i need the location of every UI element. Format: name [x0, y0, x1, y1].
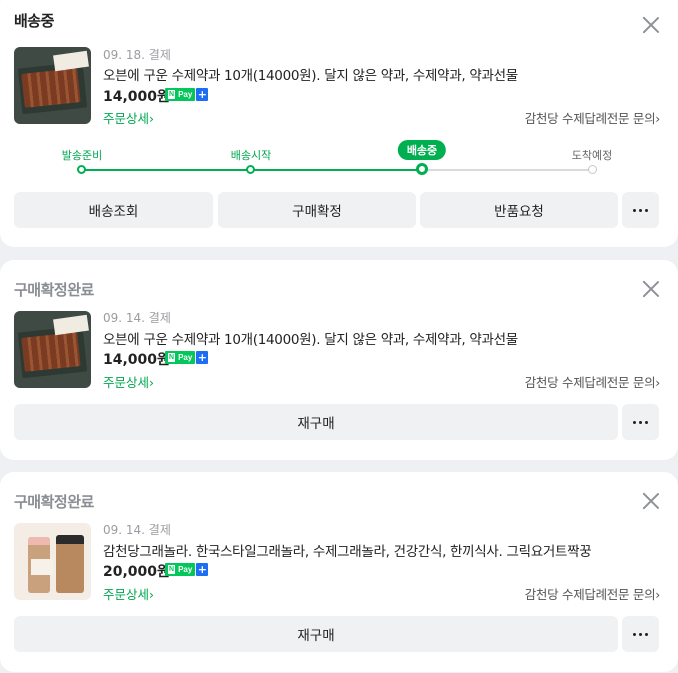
product-name[interactable]: 오븐에 구운 수제약과 10개(14000원). 달지 않은 약과, 수제약과,…	[103, 64, 518, 84]
product-name[interactable]: 오븐에 구운 수제약과 10개(14000원). 달지 않은 약과, 수제약과,…	[103, 328, 518, 348]
close-icon[interactable]	[642, 16, 660, 34]
pay-date: 09. 18. 결제	[103, 48, 171, 62]
repurchase-button[interactable]: 재구매	[14, 616, 618, 652]
close-icon[interactable]	[642, 280, 660, 298]
more-options-button[interactable]	[622, 192, 659, 228]
npay-plus-icon: +	[196, 563, 209, 576]
seller-inquiry-link[interactable]: 감천당 수제답례전문 문의›	[525, 372, 661, 391]
return-request-button[interactable]: 반품요청	[420, 192, 618, 228]
order-status: 구매확정완료	[14, 281, 94, 299]
more-horizontal-icon	[633, 632, 648, 636]
progress-step-label: 발송준비	[61, 149, 103, 162]
more-horizontal-icon	[633, 420, 648, 424]
confirm-purchase-button[interactable]: 구매확정	[218, 192, 416, 228]
order-card: 배송중 09. 18. 결제 오븐에 구운 수제약과 10개(14000원). …	[0, 0, 678, 247]
order-status: 배송중	[14, 12, 54, 30]
order-detail-link[interactable]: 주문상세›	[103, 584, 154, 603]
product-thumbnail[interactable]	[14, 47, 91, 124]
product-price: 14,000원	[103, 89, 170, 105]
chevron-right-icon: ›	[149, 587, 155, 602]
order-card: 구매확정완료 09. 14. 결제 감천당그래놀라. 한국스타일그래놀라, 수제…	[0, 472, 678, 672]
pay-date: 09. 14. 결제	[103, 311, 171, 325]
track-delivery-button[interactable]: 배송조회	[14, 192, 213, 228]
chevron-right-icon: ›	[149, 375, 155, 390]
chevron-right-icon: ›	[149, 111, 155, 126]
order-card: 구매확정완료 09. 14. 결제 오븐에 구운 수제약과 10개(14000원…	[0, 260, 678, 460]
more-options-button[interactable]	[622, 616, 659, 652]
repurchase-button[interactable]: 재구매	[14, 404, 618, 440]
seller-inquiry-link[interactable]: 감천당 수제답례전문 문의›	[525, 584, 661, 603]
product-thumbnail[interactable]	[14, 523, 91, 600]
npay-badge: N Pay +	[165, 88, 209, 101]
npay-plus-icon: +	[196, 351, 209, 364]
progress-dot	[588, 165, 597, 174]
close-icon[interactable]	[642, 492, 660, 510]
order-detail-link[interactable]: 주문상세›	[103, 108, 154, 127]
progress-dot-current	[416, 163, 428, 175]
progress-step-label: 도착예정	[571, 149, 613, 162]
npay-badge: N Pay +	[165, 351, 209, 364]
chevron-right-icon: ›	[655, 111, 660, 126]
product-thumbnail[interactable]	[14, 311, 91, 388]
order-status: 구매확정완료	[14, 493, 94, 511]
product-name[interactable]: 감천당그래놀라. 한국스타일그래놀라, 수제그래놀라, 건강간식, 한끼식사. …	[103, 540, 592, 560]
progress-step-current: 배송중	[397, 140, 447, 160]
npay-plus-icon: +	[196, 88, 209, 101]
chevron-right-icon: ›	[655, 587, 660, 602]
product-price: 14,000원	[103, 352, 170, 368]
progress-dot	[246, 165, 255, 174]
product-price: 20,000원	[103, 564, 170, 580]
progress-dot	[77, 165, 86, 174]
more-options-button[interactable]	[622, 404, 659, 440]
more-horizontal-icon	[633, 208, 648, 212]
order-detail-link[interactable]: 주문상세›	[103, 372, 154, 391]
pay-date: 09. 14. 결제	[103, 523, 171, 537]
seller-inquiry-link[interactable]: 감천당 수제답례전문 문의›	[525, 108, 661, 127]
chevron-right-icon: ›	[655, 375, 660, 390]
progress-step-label: 배송시작	[230, 149, 272, 162]
npay-badge: N Pay +	[165, 563, 209, 576]
